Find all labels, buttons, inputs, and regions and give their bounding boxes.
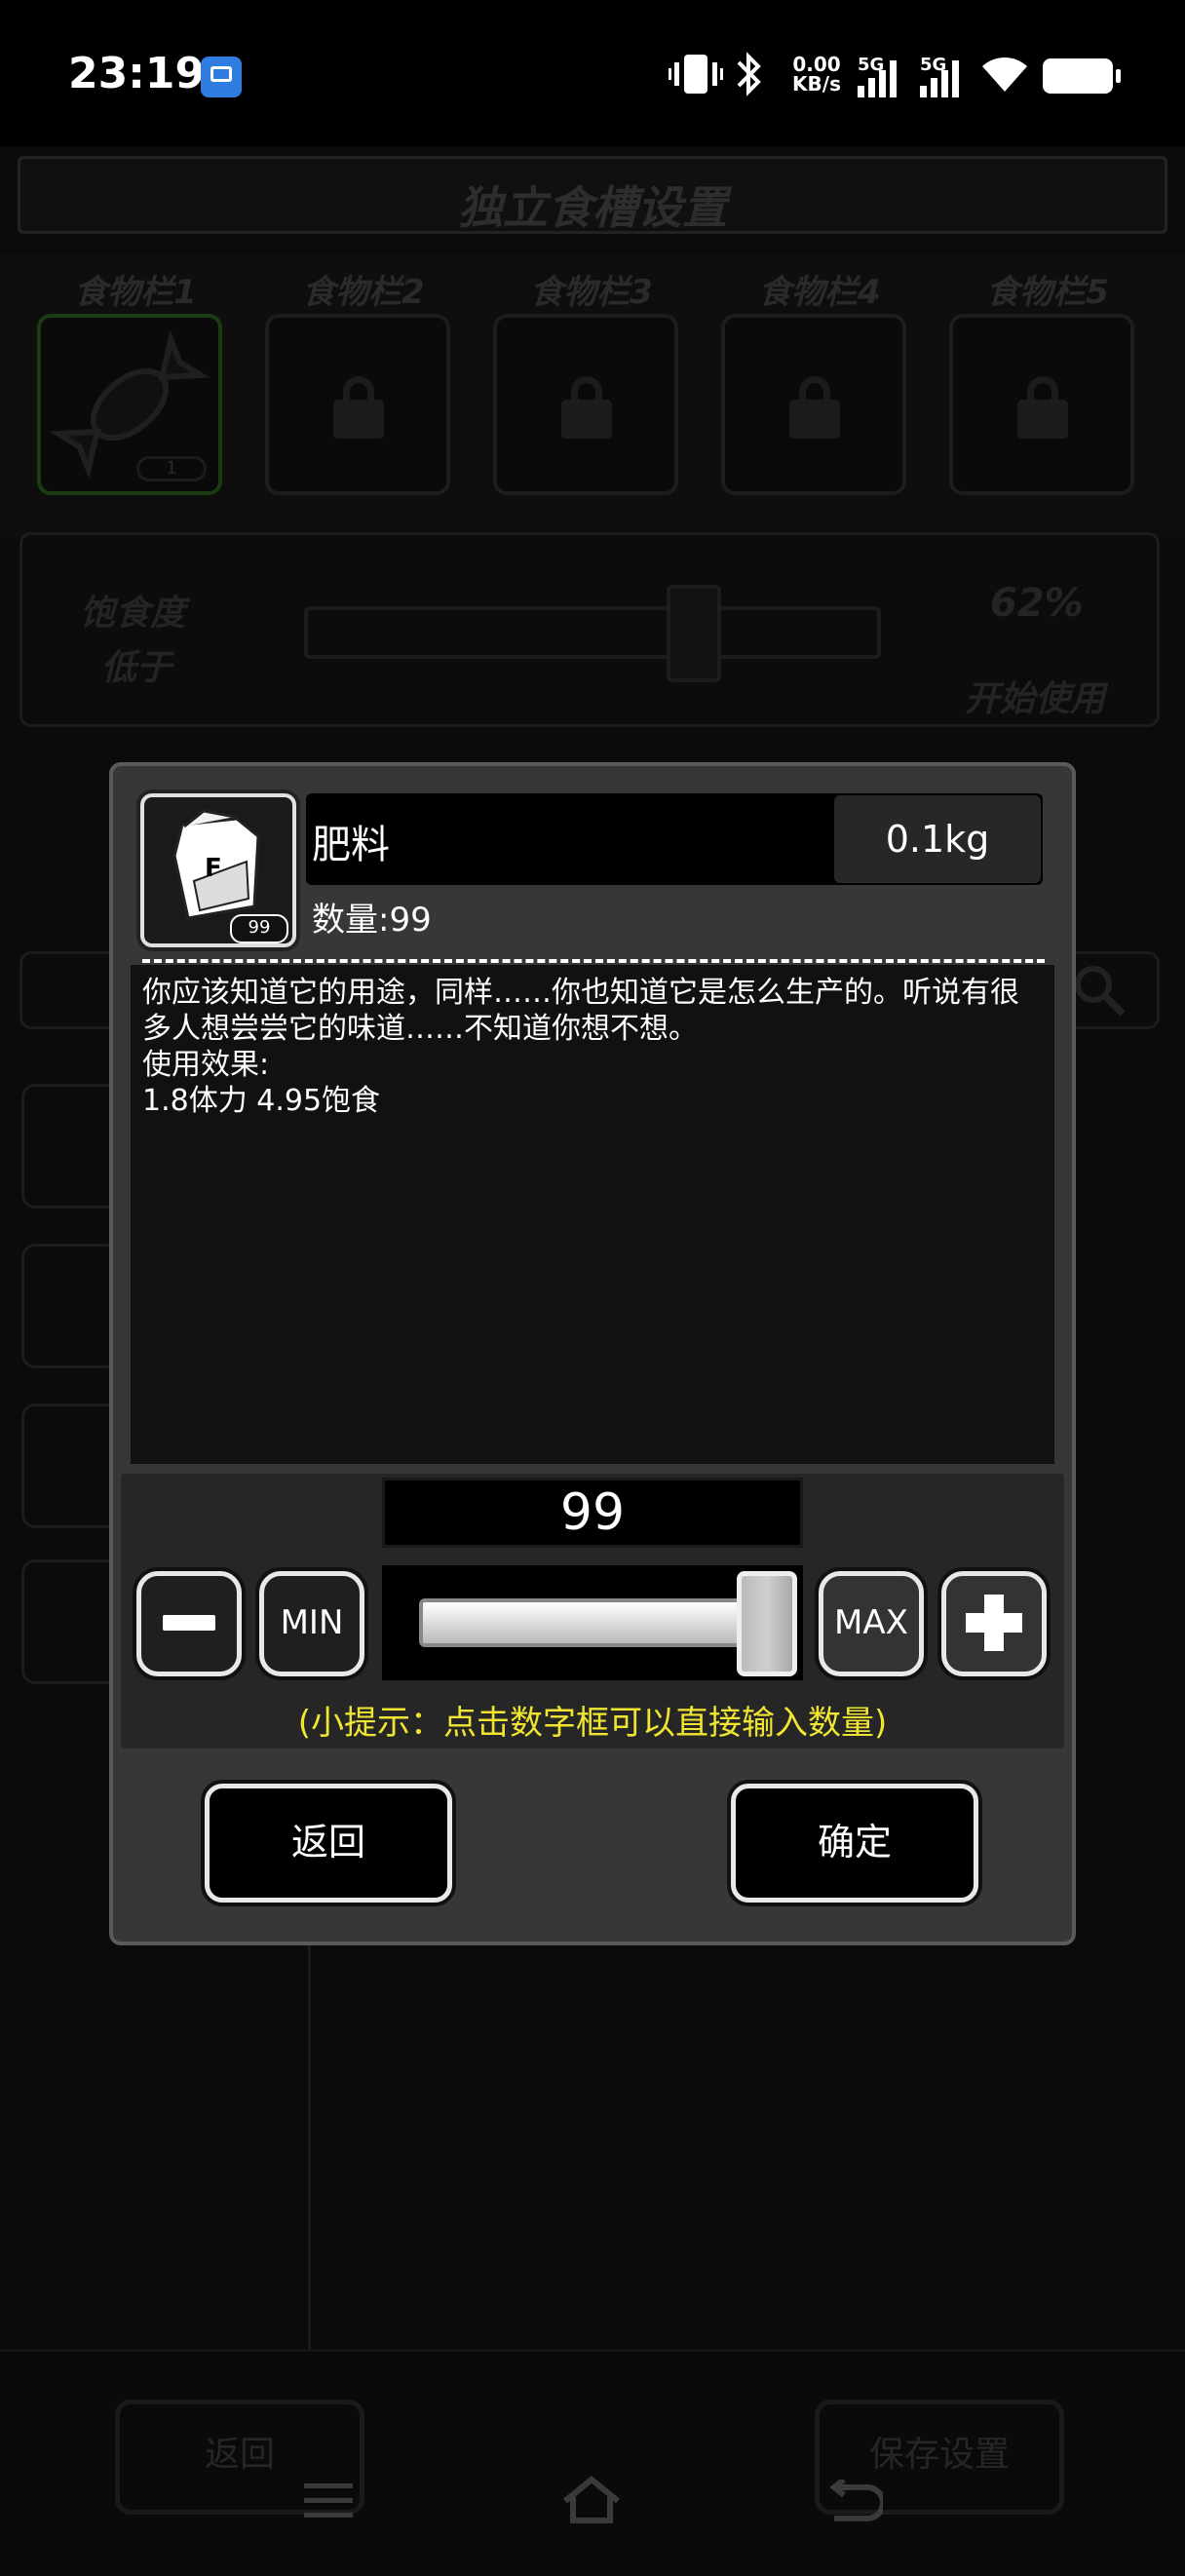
app-badge-icon (201, 57, 242, 97)
net-speed: 0.00 KB/s (787, 55, 846, 94)
item-icon-count: 99 (230, 914, 288, 943)
search-icon[interactable] (1070, 961, 1128, 1019)
increment-button[interactable] (941, 1571, 1047, 1676)
lock-icon (789, 376, 840, 439)
divider-dashed (142, 959, 1045, 963)
food-slot-3[interactable]: 食物栏3 (479, 273, 704, 497)
food-slot-label: 食物栏2 (302, 273, 425, 312)
wifi-icon (982, 58, 1027, 92)
vibrate-icon (669, 55, 723, 94)
lock-icon (333, 376, 384, 439)
food-slot-label: 食物栏4 (758, 273, 881, 312)
food-slot-box (949, 314, 1134, 495)
net-speed-value: 0.00 (792, 53, 841, 76)
threshold-label-line1: 饱食度 (80, 594, 186, 634)
list-item[interactable] (21, 1244, 119, 1368)
threshold-slider-handle[interactable] (667, 585, 721, 682)
list-item[interactable] (21, 1084, 119, 1209)
threshold-label-line2: 低于 (101, 648, 172, 688)
item-weight: 0.1kg (834, 795, 1041, 883)
food-slot-box (721, 314, 906, 495)
item-quantity-label: 数量:99 (312, 901, 432, 940)
signal-icon: 5G (858, 55, 908, 97)
food-slot-1[interactable]: 食物栏1 1 (23, 273, 248, 497)
minus-icon (163, 1615, 215, 1631)
threshold-slider[interactable] (304, 606, 881, 659)
battery-icon (1043, 58, 1121, 94)
decrement-button[interactable] (136, 1571, 242, 1676)
confirm-button[interactable]: 确定 (731, 1784, 978, 1903)
food-slot-count: 1 (136, 456, 207, 481)
lock-icon (1017, 376, 1068, 439)
background-title: 独立食槽设置 (458, 181, 727, 234)
background-title-bar: 独立食槽设置 (18, 156, 1167, 234)
quantity-input[interactable]: 99 (382, 1478, 803, 1548)
lock-icon (561, 376, 612, 439)
food-slot-box (493, 314, 678, 495)
item-icon: F 99 (140, 793, 296, 947)
item-name: 肥料 (312, 823, 390, 867)
food-slot-label: 食物栏3 (530, 273, 653, 312)
food-slot-2[interactable]: 食物栏2 (251, 273, 476, 497)
item-icon-letter: F (205, 854, 222, 883)
min-button[interactable]: MIN (259, 1571, 364, 1676)
home-icon[interactable] (559, 2474, 624, 2526)
back-button[interactable]: 返回 (205, 1784, 452, 1903)
signal-icon: 5G (920, 55, 971, 97)
status-time: 23:19 (68, 49, 206, 98)
threshold-percent: 62% (990, 581, 1084, 626)
back-icon[interactable] (824, 2480, 883, 2526)
quantity-slider-thumb[interactable] (737, 1571, 797, 1676)
quantity-slider[interactable] (419, 1598, 745, 1647)
food-slot-4[interactable]: 食物栏4 (707, 273, 932, 497)
food-slot-label: 食物栏1 (74, 273, 197, 312)
max-button[interactable]: MAX (819, 1571, 924, 1676)
food-slot-box: 1 (37, 314, 222, 495)
input-tip: (小提示：点击数字框可以直接输入数量) (297, 1704, 888, 1743)
status-bar: 23:19 0.00 KB/s 5G 5G (0, 0, 1185, 146)
food-slot-label: 食物栏5 (986, 273, 1109, 312)
item-description: 你应该知道它的用途，同样……你也知道它是怎么生产的。听说有很多人想尝尝它的味道…… (142, 976, 1019, 1118)
menu-icon[interactable] (302, 2480, 355, 2522)
threshold-suffix: 开始使用 (965, 679, 1106, 719)
list-item[interactable] (21, 1559, 119, 1684)
food-slot-5[interactable]: 食物栏5 (936, 273, 1160, 497)
bluetooth-icon (737, 52, 761, 96)
net-speed-unit: KB/s (792, 72, 841, 96)
food-slot-box (265, 314, 450, 495)
list-item[interactable] (21, 1403, 119, 1528)
